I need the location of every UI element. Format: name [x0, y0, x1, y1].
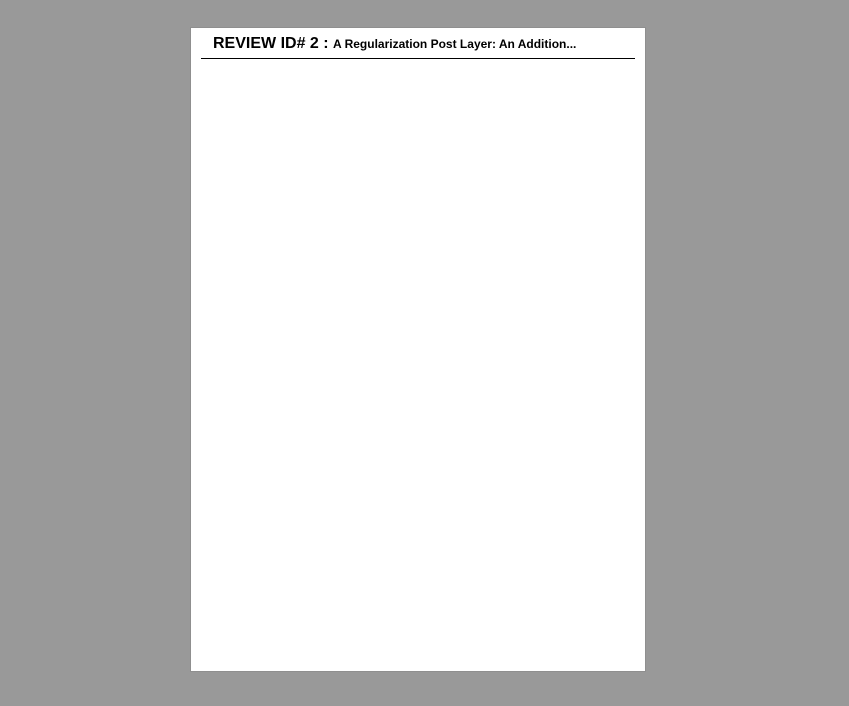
header-text: REVIEW ID# 2 : A Regularization Post Lay…: [213, 36, 576, 52]
document-page: REVIEW ID# 2 : A Regularization Post Lay…: [190, 27, 646, 672]
review-id-label: REVIEW ID# 2 :: [213, 35, 329, 52]
page-header: REVIEW ID# 2 : A Regularization Post Lay…: [201, 28, 635, 59]
review-title: A Regularization Post Layer: An Addition…: [333, 37, 577, 51]
document-viewer: REVIEW ID# 2 : A Regularization Post Lay…: [0, 0, 849, 706]
